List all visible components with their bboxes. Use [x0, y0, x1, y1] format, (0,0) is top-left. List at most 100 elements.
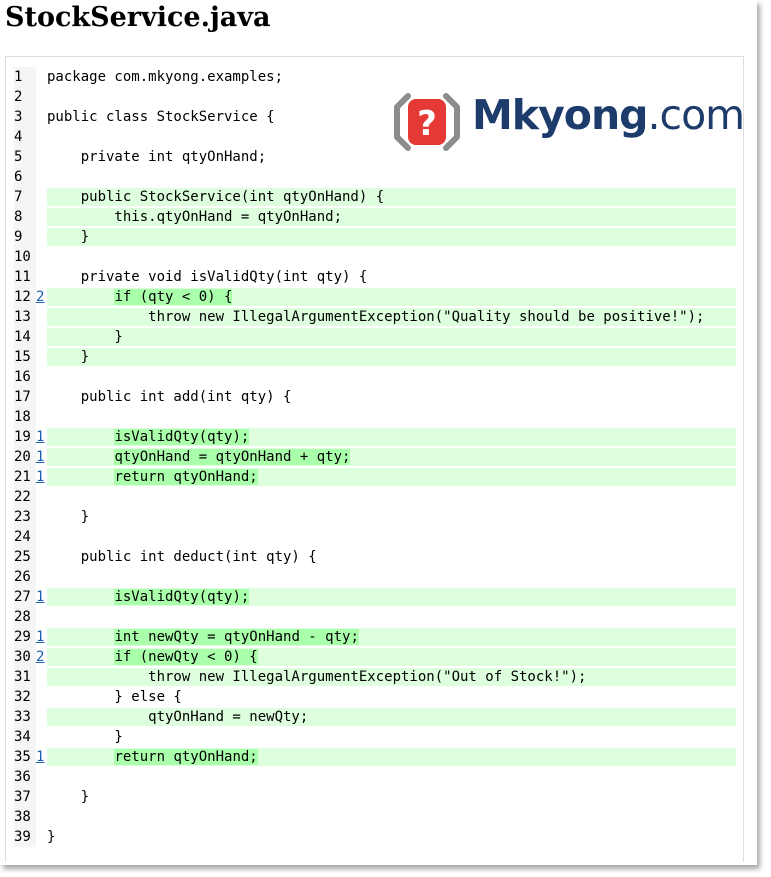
- hit-count-link: [36, 487, 46, 507]
- source-line-text: this.qtyOnHand = qtyOnHand;: [47, 208, 736, 226]
- covered-code: isValidQty(qty);: [114, 429, 250, 445]
- covered-code: return qtyOnHand;: [114, 749, 258, 765]
- hit-count-link[interactable]: 1: [36, 627, 46, 647]
- source-line-text: public StockService(int qtyOnHand) {: [47, 188, 736, 206]
- code-line: 6: [14, 167, 742, 187]
- covered-code: if (newQty < 0) {: [114, 649, 258, 665]
- hit-count-link: [36, 167, 46, 187]
- logo-wordmark: Mkyong.com: [472, 91, 745, 139]
- source-line-text: [47, 808, 736, 826]
- hit-count-link[interactable]: 1: [36, 427, 46, 447]
- code-line: 15 }: [14, 347, 742, 367]
- line-number: 25: [14, 547, 36, 567]
- source-line-text: [47, 528, 736, 546]
- code-line: 21 1 return qtyOnHand;: [14, 467, 742, 487]
- code-line: 22: [14, 487, 742, 507]
- hit-count-link: [36, 307, 46, 327]
- hit-count-link: [36, 367, 46, 387]
- code-line: 5 private int qtyOnHand;: [14, 147, 742, 167]
- code-line: 20 1 qtyOnHand = qtyOnHand + qty;: [14, 447, 742, 467]
- hit-count-link: [36, 327, 46, 347]
- code-line: 25 public int deduct(int qty) {: [14, 547, 742, 567]
- hit-count-link: [36, 667, 46, 687]
- page-frame: StockService.java 1 package com.mkyong.ex…: [0, 0, 757, 865]
- source-line-text: throw new IllegalArgumentException("Qual…: [47, 308, 736, 326]
- code-line: 17 public int add(int qty) {: [14, 387, 742, 407]
- line-number: 26: [14, 567, 36, 587]
- logo-brand: Mkyong: [472, 91, 648, 139]
- hit-count-link: [36, 707, 46, 727]
- code-line: 38: [14, 807, 742, 827]
- code-line: 26: [14, 567, 742, 587]
- line-number: 12: [14, 287, 36, 307]
- hit-count-link[interactable]: 2: [36, 287, 46, 307]
- line-number: 9: [14, 227, 36, 247]
- line-number: 1: [14, 67, 36, 87]
- hit-count-link: [36, 547, 46, 567]
- hit-count-link: [36, 187, 46, 207]
- question-bracket-icon: ?: [394, 93, 460, 151]
- line-number: 14: [14, 327, 36, 347]
- line-number: 24: [14, 527, 36, 547]
- code-line: 12 2 if (qty < 0) {: [14, 287, 742, 307]
- line-number: 32: [14, 687, 36, 707]
- line-number: 36: [14, 767, 36, 787]
- code-line: 28: [14, 607, 742, 627]
- code-line: 35 1 return qtyOnHand;: [14, 747, 742, 767]
- hit-count-link: [36, 127, 46, 147]
- svg-text:?: ?: [417, 104, 437, 144]
- hit-count-link: [36, 767, 46, 787]
- code-line: 7 public StockService(int qtyOnHand) {: [14, 187, 742, 207]
- line-number: 16: [14, 367, 36, 387]
- line-number: 28: [14, 607, 36, 627]
- hit-count-link: [36, 227, 46, 247]
- source-line-text: }: [47, 729, 123, 745]
- hit-count-link: [36, 407, 46, 427]
- hit-count-link[interactable]: 1: [36, 447, 46, 467]
- source-line-text: }: [47, 829, 56, 845]
- covered-code: int newQty = qtyOnHand - qty;: [114, 629, 359, 645]
- hit-count-link: [36, 567, 46, 587]
- source-line-text: private void isValidQty(int qty) {: [47, 269, 368, 285]
- code-line: 1 package com.mkyong.examples;: [14, 67, 742, 87]
- hit-count-link[interactable]: 1: [36, 747, 46, 767]
- source-line-text: }: [47, 228, 736, 246]
- hit-count-link: [36, 267, 46, 287]
- hit-count-link: [36, 607, 46, 627]
- source-line-text: }: [47, 328, 736, 346]
- hit-count-link: [36, 507, 46, 527]
- hit-count-link: [36, 207, 46, 227]
- code-line: 19 1 isValidQty(qty);: [14, 427, 742, 447]
- source-line-text: return qtyOnHand;: [47, 468, 736, 486]
- code-line: 8 this.qtyOnHand = qtyOnHand;: [14, 207, 742, 227]
- line-number: 27: [14, 587, 36, 607]
- source-line-text: }: [47, 509, 90, 525]
- source-line-text: [47, 168, 736, 186]
- line-number: 10: [14, 247, 36, 267]
- line-number: 22: [14, 487, 36, 507]
- line-number: 4: [14, 127, 36, 147]
- source-line-text: if (qty < 0) {: [47, 288, 736, 306]
- code-line: 29 1 int newQty = qtyOnHand - qty;: [14, 627, 742, 647]
- line-number: 20: [14, 447, 36, 467]
- source-line-text: throw new IllegalArgumentException("Out …: [47, 668, 736, 686]
- hit-count-link: [36, 527, 46, 547]
- line-number: 23: [14, 507, 36, 527]
- code-line: 39}: [14, 827, 742, 847]
- hit-count-link[interactable]: 1: [36, 587, 46, 607]
- code-line: 23 }: [14, 507, 742, 527]
- covered-code: isValidQty(qty);: [114, 589, 250, 605]
- line-number: 17: [14, 387, 36, 407]
- covered-code: if (qty < 0) {: [114, 289, 233, 305]
- hit-count-link: [36, 827, 46, 847]
- hit-count-link[interactable]: 2: [36, 647, 46, 667]
- line-number: 19: [14, 427, 36, 447]
- code-line: 36: [14, 767, 742, 787]
- code-line: 11 private void isValidQty(int qty) {: [14, 267, 742, 287]
- covered-code: return qtyOnHand;: [114, 469, 258, 485]
- code-line: 34 }: [14, 727, 742, 747]
- source-panel: 1 package com.mkyong.examples; 2 3 public cl…: [5, 56, 744, 862]
- line-number: 35: [14, 747, 36, 767]
- hit-count-link[interactable]: 1: [36, 467, 46, 487]
- source-line-text: }: [47, 789, 90, 805]
